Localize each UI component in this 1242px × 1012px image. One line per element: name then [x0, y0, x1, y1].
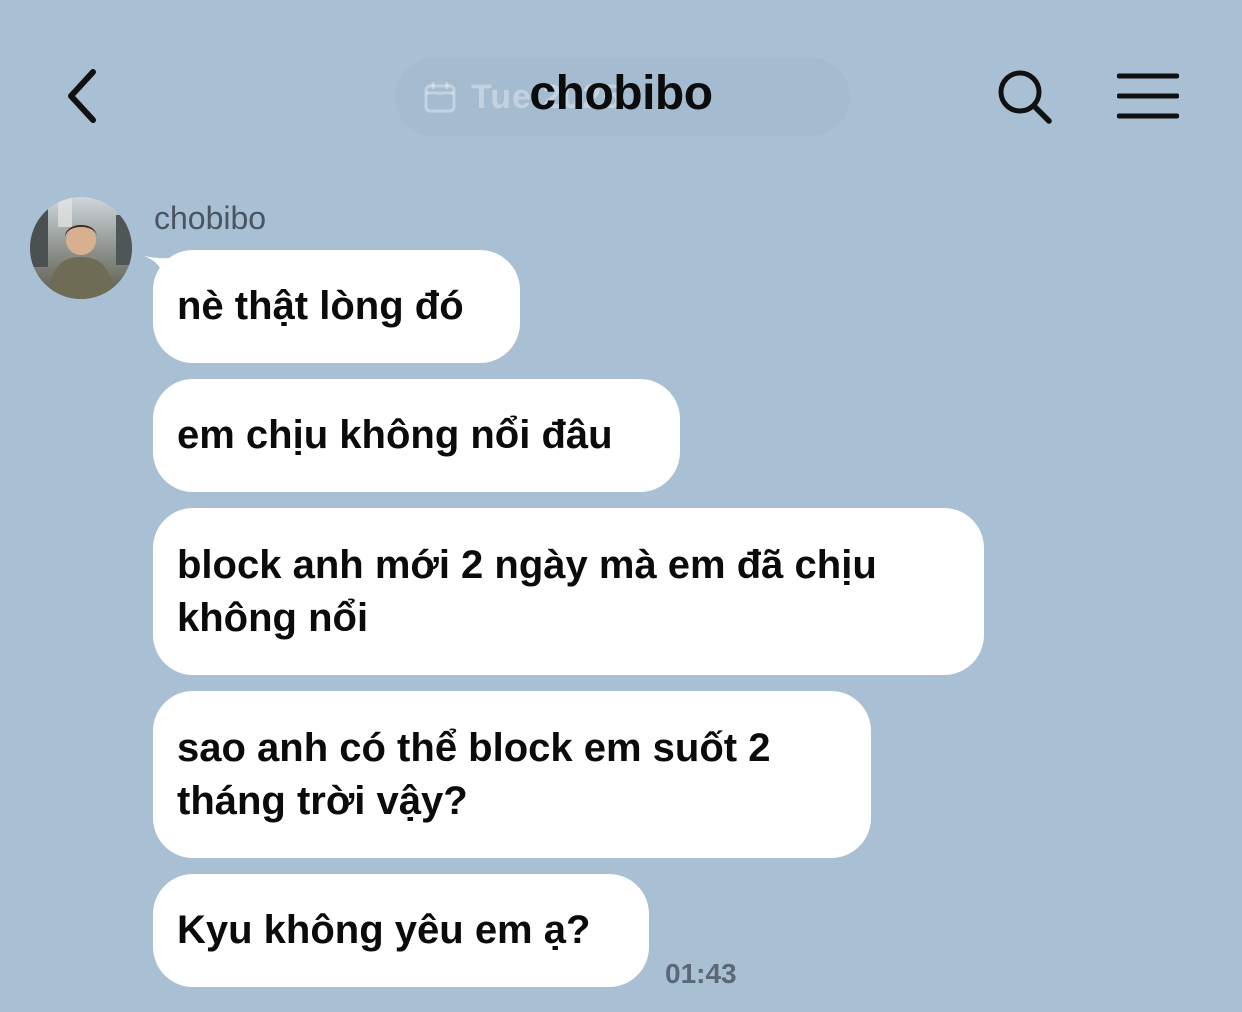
message-bubble[interactable]: Kyu không yêu em ạ?	[153, 874, 649, 987]
message-text: Kyu không yêu em ạ?	[177, 908, 591, 952]
message-bubble[interactable]: em chịu không nổi đâu	[153, 379, 680, 492]
message-text: em chịu không nổi đâu	[177, 413, 613, 457]
hamburger-menu-icon	[1117, 73, 1179, 119]
message-bubble[interactable]: nè thật lòng đó	[153, 250, 520, 363]
menu-button[interactable]	[1108, 62, 1188, 132]
avatar[interactable]	[30, 197, 132, 299]
message-bubble[interactable]: block anh mới 2 ngày mà em đã chịu không…	[153, 508, 984, 675]
message-bubble[interactable]: sao anh có thể block em suốt 2 tháng trờ…	[153, 691, 871, 858]
search-button[interactable]	[990, 62, 1060, 132]
search-icon	[998, 70, 1052, 124]
chat-header: Tue 2025 chobibo	[0, 0, 1242, 190]
message-timestamp: 01:43	[665, 958, 737, 989]
sender-name: chobibo	[154, 200, 267, 236]
chat-screen: Tue 2025 chobibo chobibo nè thật lòng đó…	[0, 0, 1242, 1012]
message-text: block anh mới 2 ngày mà em đã chịu không…	[177, 542, 877, 640]
message-text: nè thật lòng đó	[177, 284, 464, 328]
message-text: sao anh có thể block em suốt 2 tháng trờ…	[177, 725, 771, 823]
